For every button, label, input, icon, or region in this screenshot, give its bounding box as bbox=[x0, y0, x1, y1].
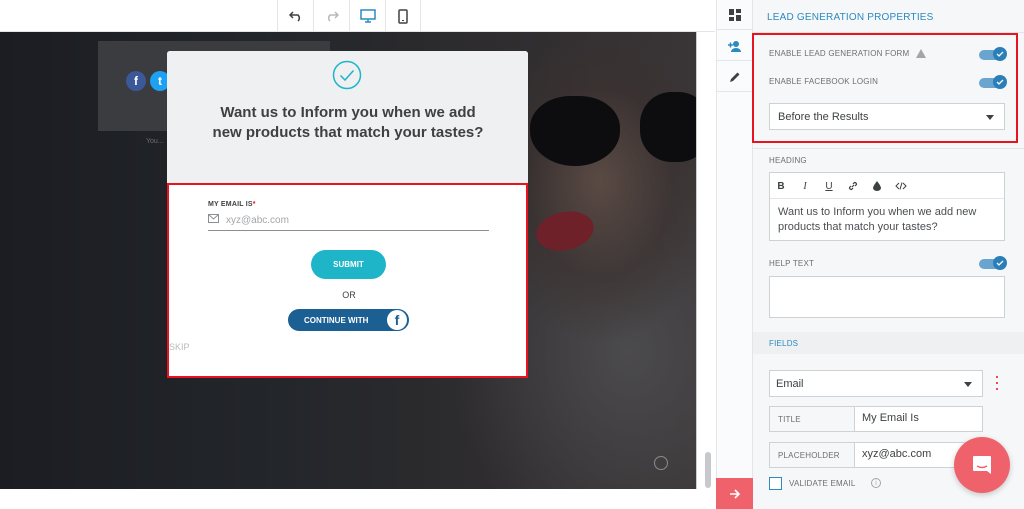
field-placeholder-row[interactable]: PLACEHOLDER xyz@abc.com bbox=[769, 442, 983, 468]
layout-button[interactable] bbox=[717, 0, 753, 30]
caret-down-icon bbox=[964, 382, 972, 387]
link-icon bbox=[848, 181, 858, 191]
drop-icon bbox=[873, 181, 881, 191]
code-icon bbox=[895, 182, 907, 190]
divider bbox=[753, 148, 1024, 149]
heading-label: HEADING bbox=[769, 156, 807, 165]
heading-text[interactable]: Want us to Inform you when we add new pr… bbox=[778, 205, 1002, 235]
undo-button[interactable] bbox=[277, 0, 313, 32]
lead-settings-button[interactable] bbox=[717, 31, 753, 61]
lead-settings-highlight-box bbox=[752, 33, 1018, 143]
field-type-select[interactable]: Email bbox=[769, 370, 983, 397]
field-placeholder-key: PLACEHOLDER bbox=[770, 443, 855, 467]
check-circle-icon bbox=[332, 60, 362, 90]
validate-email-label: VALIDATE EMAIL bbox=[789, 479, 856, 488]
desktop-view-button[interactable] bbox=[349, 0, 385, 32]
next-button[interactable] bbox=[716, 478, 753, 509]
field-title-value[interactable]: My Email Is bbox=[862, 412, 919, 424]
check-icon bbox=[996, 260, 1004, 266]
dashboard-icon bbox=[729, 8, 741, 21]
rotate-icon[interactable] bbox=[654, 456, 668, 470]
color-button[interactable] bbox=[868, 177, 886, 195]
fields-title: FIELDS bbox=[769, 339, 799, 348]
redo-button[interactable] bbox=[313, 0, 349, 32]
field-placeholder-value[interactable]: xyz@abc.com bbox=[862, 448, 931, 460]
heading-editor[interactable]: B I U Want us to Inform you when we add … bbox=[769, 172, 1005, 241]
underline-button[interactable]: U bbox=[820, 177, 838, 195]
redo-icon bbox=[327, 11, 339, 22]
edit-button[interactable] bbox=[717, 62, 753, 92]
chat-button[interactable] bbox=[954, 437, 1010, 493]
help-text-label: HELP TEXT bbox=[769, 259, 815, 268]
arrow-right-icon bbox=[729, 488, 740, 499]
italic-button[interactable]: I bbox=[796, 177, 814, 195]
background-photo-detail bbox=[640, 92, 696, 162]
mobile-view-button[interactable] bbox=[385, 0, 421, 32]
undo-icon bbox=[288, 11, 300, 22]
field-type-value: Email bbox=[776, 377, 804, 390]
toggle-knob bbox=[993, 256, 1007, 270]
side-icon-rail bbox=[716, 0, 753, 509]
info-icon[interactable]: i bbox=[871, 478, 881, 488]
facebook-icon: f bbox=[126, 71, 146, 91]
top-toolbar bbox=[0, 0, 715, 32]
modal-title: Want us to Inform you when we add new pr… bbox=[212, 104, 484, 141]
background-photo-detail bbox=[530, 96, 620, 166]
panel-title: LEAD GENERATION PROPERTIES bbox=[767, 12, 934, 23]
field-title-row[interactable]: TITLE My Email Is bbox=[769, 406, 983, 432]
field-title-key: TITLE bbox=[770, 407, 855, 431]
add-user-icon bbox=[728, 40, 741, 52]
bold-button[interactable]: B bbox=[772, 177, 790, 195]
code-button[interactable] bbox=[892, 177, 910, 195]
chat-icon bbox=[973, 456, 991, 474]
help-text-toggle[interactable] bbox=[979, 256, 1007, 270]
pencil-icon bbox=[730, 72, 740, 82]
desktop-icon bbox=[359, 9, 376, 23]
field-options-icon[interactable] bbox=[994, 376, 1000, 390]
modal-header: Want us to Inform you when we add new pr… bbox=[167, 51, 528, 184]
form-highlight-box bbox=[167, 183, 528, 378]
fields-section-header: FIELDS bbox=[753, 332, 1024, 354]
editor-toolbar: B I U bbox=[770, 173, 1004, 199]
link-button[interactable] bbox=[844, 177, 862, 195]
mobile-icon bbox=[398, 8, 408, 24]
canvas-scrollbar[interactable] bbox=[705, 452, 711, 488]
help-text-input[interactable] bbox=[769, 276, 1005, 318]
validate-email-checkbox[interactable] bbox=[769, 477, 782, 490]
background-caption: You... bbox=[146, 138, 164, 145]
